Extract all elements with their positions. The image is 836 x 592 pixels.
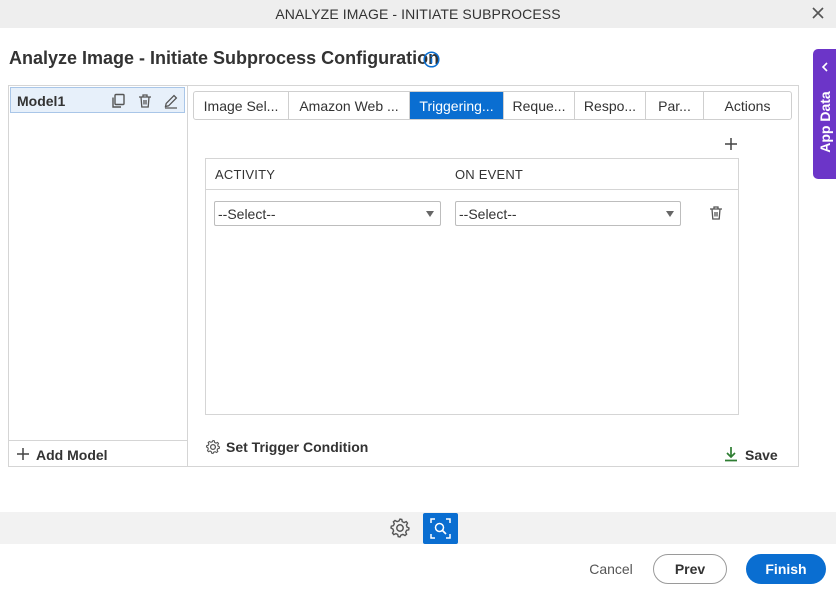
activity-select[interactable]: --Select-- [214,201,441,226]
column-header-activity: ACTIVITY [215,167,276,182]
page-title: Analyze Image - Initiate Subprocess Conf… [9,48,440,68]
chevron-left-icon [821,62,828,72]
bottom-toolbar [0,512,836,544]
grid-header: ACTIVITY ON EVENT [206,159,738,190]
plus-icon [17,448,29,460]
cancel-button[interactable]: Cancel [576,557,646,581]
model-list-item[interactable]: Model1 [10,87,185,113]
add-model-button[interactable]: Add Model [8,440,187,467]
delete-row-icon[interactable] [708,205,724,221]
app-data-label: App Data [817,91,833,153]
model-list-panel: Model1 Add Model [8,85,188,467]
on-event-select-value: --Select-- [459,206,517,222]
prev-button[interactable]: Prev [653,554,727,584]
settings-icon[interactable] [389,517,411,539]
tab-parameters[interactable]: Par... [646,92,704,119]
app-data-tab[interactable]: App Data [813,49,836,179]
tab-triggering[interactable]: Triggering... [410,92,504,119]
preview-button[interactable] [423,513,458,544]
add-model-label: Add Model [36,447,108,463]
tab-bar: Image Sel... Amazon Web ... Triggering..… [193,91,792,120]
window-title: ANALYZE IMAGE - INITIATE SUBPROCESS [275,6,561,22]
save-label: Save [745,447,778,463]
tab-image-select[interactable]: Image Sel... [194,92,289,119]
tab-actions[interactable]: Actions [704,92,791,119]
tab-amazon-web-services[interactable]: Amazon Web ... [289,92,410,119]
add-row-plus-icon[interactable] [724,137,738,151]
window-titlebar: ANALYZE IMAGE - INITIATE SUBPROCESS [0,0,836,28]
tab-request[interactable]: Reque... [504,92,575,119]
activity-select-value: --Select-- [218,206,276,222]
column-header-on-event: ON EVENT [455,167,524,182]
close-icon[interactable] [810,5,826,21]
tab-response[interactable]: Respo... [575,92,646,119]
dropdown-arrow-icon [426,211,434,217]
finish-button[interactable]: Finish [746,554,826,584]
gear-icon [205,439,221,455]
dropdown-arrow-icon [666,211,674,217]
duplicate-icon[interactable] [110,93,126,109]
download-icon [725,447,737,462]
trigger-grid: ACTIVITY ON EVENT --Select-- --Select-- [205,158,739,415]
on-event-select[interactable]: --Select-- [455,201,681,226]
edit-icon[interactable] [163,93,179,109]
delete-icon[interactable] [137,93,153,109]
model-label: Model1 [17,93,66,109]
info-icon[interactable] [423,51,440,68]
preview-search-icon [430,518,451,539]
set-trigger-condition-label: Set Trigger Condition [226,439,369,455]
